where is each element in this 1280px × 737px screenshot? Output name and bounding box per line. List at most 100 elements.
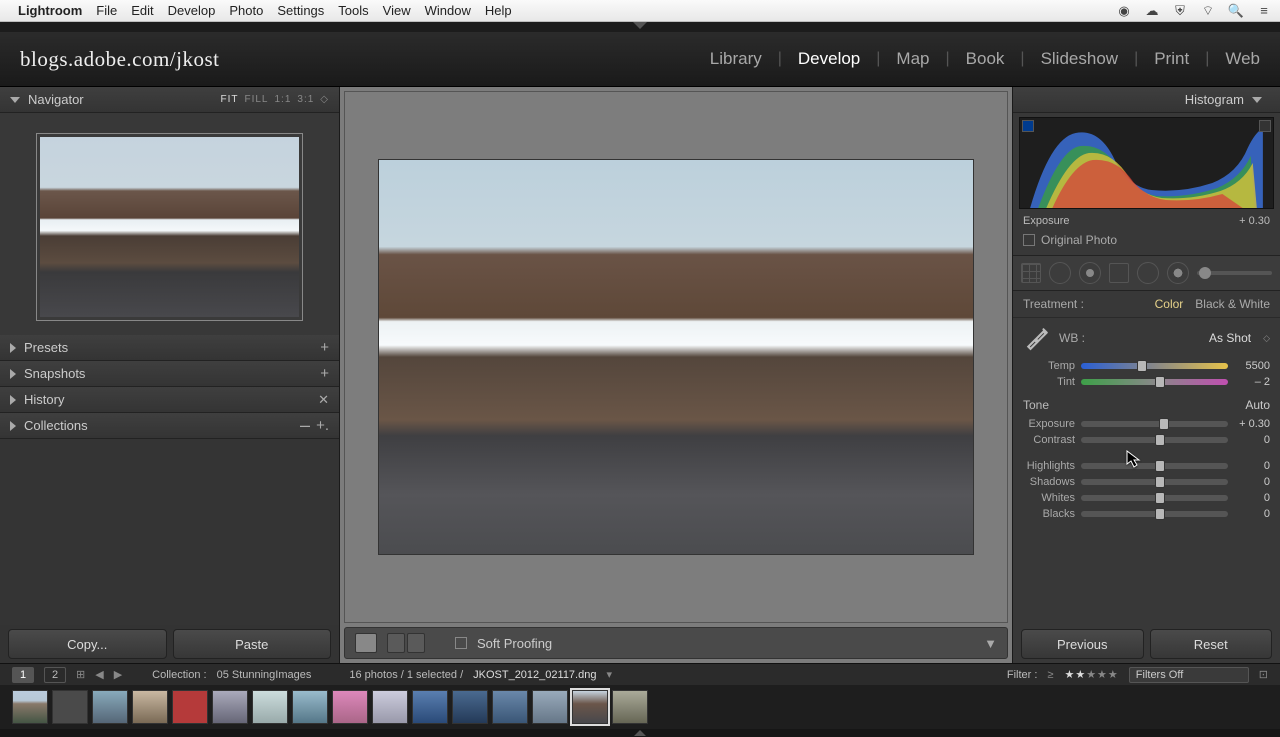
white-balance-picker-icon[interactable] — [1023, 324, 1051, 352]
module-library[interactable]: Library — [710, 49, 762, 69]
previous-button[interactable]: Previous — [1021, 629, 1144, 659]
whites-value[interactable]: 0 — [1234, 492, 1270, 504]
module-book[interactable]: Book — [966, 49, 1005, 69]
blacks-slider[interactable] — [1081, 511, 1228, 517]
grid-view-icon[interactable]: ⊞ — [76, 668, 85, 681]
paste-button[interactable]: Paste — [173, 629, 332, 659]
soft-proofing-checkbox[interactable] — [455, 637, 467, 649]
dropdown-icon[interactable]: ◇ — [1263, 333, 1270, 344]
whites-slider[interactable] — [1081, 495, 1228, 501]
shield-icon[interactable]: ⛨ — [1172, 3, 1188, 19]
remove-collection-icon[interactable]: – — [300, 415, 310, 436]
redeye-tool-icon[interactable] — [1079, 262, 1101, 284]
tint-value[interactable]: – 2 — [1234, 376, 1270, 388]
filter-lock-icon[interactable]: ⊡ — [1259, 668, 1268, 681]
treatment-bw[interactable]: Black & White — [1195, 297, 1270, 311]
toolbar-menu-icon[interactable]: ▼ — [984, 636, 997, 651]
filmstrip-thumb[interactable] — [252, 690, 288, 724]
top-panel-toggle[interactable] — [0, 22, 1280, 32]
reset-button[interactable]: Reset — [1150, 629, 1273, 659]
evernote-icon[interactable]: ◉ — [1116, 3, 1132, 19]
shadows-slider[interactable] — [1081, 479, 1228, 485]
filmstrip-thumb[interactable] — [132, 690, 168, 724]
shadows-value[interactable]: 0 — [1234, 476, 1270, 488]
filename-menu-icon[interactable]: ▾ — [606, 668, 612, 681]
presets-header[interactable]: Presets + — [0, 335, 339, 361]
before-after-lr-button[interactable] — [387, 633, 405, 653]
filename[interactable]: JKOST_2012_02117.dng — [473, 669, 596, 681]
filmstrip-thumb[interactable] — [292, 690, 328, 724]
filmstrip-thumb[interactable] — [92, 690, 128, 724]
adjustment-brush-tool-icon[interactable] — [1167, 262, 1189, 284]
history-header[interactable]: History ✕ — [0, 387, 339, 413]
add-collection-icon[interactable]: +. — [316, 417, 329, 434]
flag-filter-icon[interactable]: ≥ — [1047, 669, 1054, 681]
screen-2-button[interactable]: 2 — [44, 667, 66, 683]
menu-help[interactable]: Help — [485, 3, 512, 18]
original-photo-checkbox[interactable] — [1023, 234, 1035, 246]
contrast-value[interactable]: 0 — [1234, 434, 1270, 446]
add-snapshot-icon[interactable]: + — [320, 365, 329, 382]
exposure-slider[interactable] — [1081, 421, 1228, 427]
highlight-clip-indicator[interactable] — [1259, 120, 1271, 132]
filmstrip-thumb[interactable] — [492, 690, 528, 724]
contrast-slider[interactable] — [1081, 437, 1228, 443]
filmstrip-thumb[interactable] — [452, 690, 488, 724]
add-preset-icon[interactable]: + — [320, 339, 329, 356]
blacks-value[interactable]: 0 — [1234, 508, 1270, 520]
auto-tone-button[interactable]: Auto — [1245, 398, 1270, 412]
module-slideshow[interactable]: Slideshow — [1041, 49, 1119, 69]
star-filter[interactable]: ★★★★★ — [1064, 668, 1118, 681]
nav-back-icon[interactable]: ◀ — [95, 668, 103, 681]
filmstrip-thumb[interactable] — [532, 690, 568, 724]
zoom-menu-icon[interactable]: ◇ — [320, 94, 329, 105]
filmstrip-thumb[interactable] — [612, 690, 648, 724]
shadow-clip-indicator[interactable] — [1022, 120, 1034, 132]
loupe-view-button[interactable] — [355, 633, 377, 653]
filmstrip-thumb[interactable] — [372, 690, 408, 724]
navigator-preview[interactable] — [36, 133, 303, 321]
module-web[interactable]: Web — [1225, 49, 1260, 69]
collections-header[interactable]: Collections –+. — [0, 413, 339, 439]
menu-settings[interactable]: Settings — [277, 3, 324, 18]
graduated-filter-tool-icon[interactable] — [1109, 263, 1129, 283]
filmstrip-thumb[interactable] — [332, 690, 368, 724]
crop-tool-icon[interactable] — [1021, 263, 1041, 283]
cloud-icon[interactable]: ☁ — [1144, 3, 1160, 19]
before-after-tb-button[interactable] — [407, 633, 425, 653]
notifications-icon[interactable]: ≡ — [1256, 3, 1272, 19]
module-develop[interactable]: Develop — [798, 49, 860, 69]
zoom-1-1[interactable]: 1:1 — [274, 94, 291, 105]
tint-slider[interactable] — [1081, 379, 1228, 385]
menu-view[interactable]: View — [383, 3, 411, 18]
wb-preset-select[interactable]: As Shot — [1209, 331, 1251, 345]
temp-slider[interactable] — [1081, 363, 1228, 369]
filmstrip-thumb[interactable] — [52, 690, 88, 724]
menu-file[interactable]: File — [96, 3, 117, 18]
nav-forward-icon[interactable]: ▶ — [114, 668, 122, 681]
menu-window[interactable]: Window — [425, 3, 471, 18]
copy-button[interactable]: Copy... — [8, 629, 167, 659]
filmstrip-thumb[interactable] — [212, 690, 248, 724]
canvas-area[interactable] — [344, 91, 1008, 623]
radial-filter-tool-icon[interactable] — [1137, 262, 1159, 284]
filmstrip-thumb[interactable] — [172, 690, 208, 724]
highlights-value[interactable]: 0 — [1234, 460, 1270, 472]
filter-preset-select[interactable]: Filters Off — [1129, 667, 1249, 683]
histogram[interactable] — [1019, 117, 1274, 209]
mask-slider[interactable] — [1197, 271, 1272, 275]
filmstrip-thumb-selected[interactable] — [572, 690, 608, 724]
histogram-header[interactable]: Histogram — [1013, 87, 1280, 113]
zoom-fit[interactable]: FIT — [220, 94, 238, 105]
module-map[interactable]: Map — [896, 49, 929, 69]
snapshots-header[interactable]: Snapshots + — [0, 361, 339, 387]
treatment-color[interactable]: Color — [1155, 297, 1184, 311]
menu-edit[interactable]: Edit — [131, 3, 153, 18]
filmstrip[interactable] — [0, 685, 1280, 729]
clear-history-icon[interactable]: ✕ — [318, 392, 329, 408]
menu-tools[interactable]: Tools — [338, 3, 368, 18]
spot-removal-tool-icon[interactable] — [1049, 262, 1071, 284]
navigator-header[interactable]: Navigator FIT FILL 1:1 3:1 ◇ — [0, 87, 339, 113]
zoom-fill[interactable]: FILL — [244, 94, 268, 105]
collection-name[interactable]: 05 StunningImages — [217, 669, 312, 681]
